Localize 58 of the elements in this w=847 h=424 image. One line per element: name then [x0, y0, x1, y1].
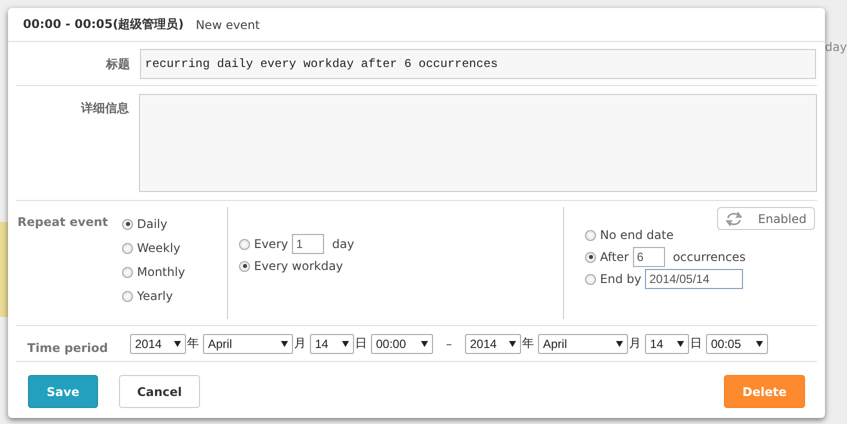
radio-label: Every workday: [254, 259, 344, 273]
unit-label: 年: [522, 335, 534, 352]
unit-label: 年: [187, 335, 199, 352]
details-textarea[interactable]: [139, 94, 817, 192]
select-dropdown[interactable]: 2014: [130, 334, 186, 354]
select-dropdown[interactable]: 00:05: [706, 334, 768, 354]
caret-icon: [342, 340, 349, 346]
radio-button[interactable]: [122, 242, 133, 254]
interval-input[interactable]: 1: [292, 234, 324, 254]
radio-label: After: [600, 250, 629, 264]
unit-label: 月: [629, 335, 641, 352]
radio-button[interactable]: [122, 266, 133, 278]
date-input[interactable]: 2014/05/14: [645, 269, 744, 289]
dialog-subtitle: New event: [196, 18, 260, 32]
unit-label: occurrences: [672, 250, 746, 264]
caret-icon: [756, 340, 763, 346]
radio-button[interactable]: [585, 230, 596, 240]
unit-label: 月: [294, 335, 306, 352]
select-dropdown[interactable]: 2014: [465, 334, 521, 354]
time-period-label: Time period: [26, 340, 109, 354]
select-dropdown[interactable]: 14: [645, 334, 689, 354]
caret-icon: [509, 340, 516, 346]
select-dropdown[interactable]: April: [538, 334, 628, 354]
cancel-button[interactable]: Cancel: [119, 375, 200, 408]
radio-label: No end date: [600, 228, 674, 242]
caret-icon: [281, 340, 288, 346]
radio-button[interactable]: [585, 252, 596, 262]
radio-label: Every: [254, 237, 288, 251]
radio-button[interactable]: [122, 218, 133, 230]
radio-label: Yearly: [137, 289, 173, 303]
enabled-toggle[interactable]: Enabled: [717, 207, 815, 230]
radio-label: Monthly: [137, 265, 186, 279]
radio-button[interactable]: [122, 290, 133, 302]
select-dropdown[interactable]: April: [203, 334, 293, 354]
caret-icon: [616, 340, 623, 346]
select-dropdown[interactable]: 00:00: [371, 334, 433, 354]
unit-label: 日: [355, 335, 367, 352]
unit-label: 日: [690, 335, 702, 352]
radio-button[interactable]: [239, 238, 250, 250]
radio-label: Daily: [137, 217, 168, 231]
range-separator: –: [446, 336, 452, 350]
caret-icon: [677, 340, 684, 346]
select-dropdown[interactable]: 14: [310, 334, 354, 354]
dialog-title: 00:00 - 00:05(超级管理员): [23, 16, 184, 33]
radio-label: Weekly: [137, 241, 180, 255]
radio-button[interactable]: [585, 274, 596, 284]
radio-label: End by: [600, 272, 642, 286]
calendar-day-label: day: [824, 40, 847, 54]
refresh-icon: [726, 212, 742, 226]
caret-icon: [421, 340, 428, 346]
unit-label: day: [332, 237, 354, 251]
field-label: 标题: [104, 56, 131, 72]
caret-icon: [174, 340, 181, 346]
count-input[interactable]: 6: [632, 247, 665, 267]
radio-button[interactable]: [239, 260, 250, 272]
repeat-label: Repeat event: [16, 214, 109, 231]
title-input[interactable]: recurring daily every workday after 6 occurrences: [140, 49, 816, 79]
field-label: 详细信息: [80, 100, 130, 117]
